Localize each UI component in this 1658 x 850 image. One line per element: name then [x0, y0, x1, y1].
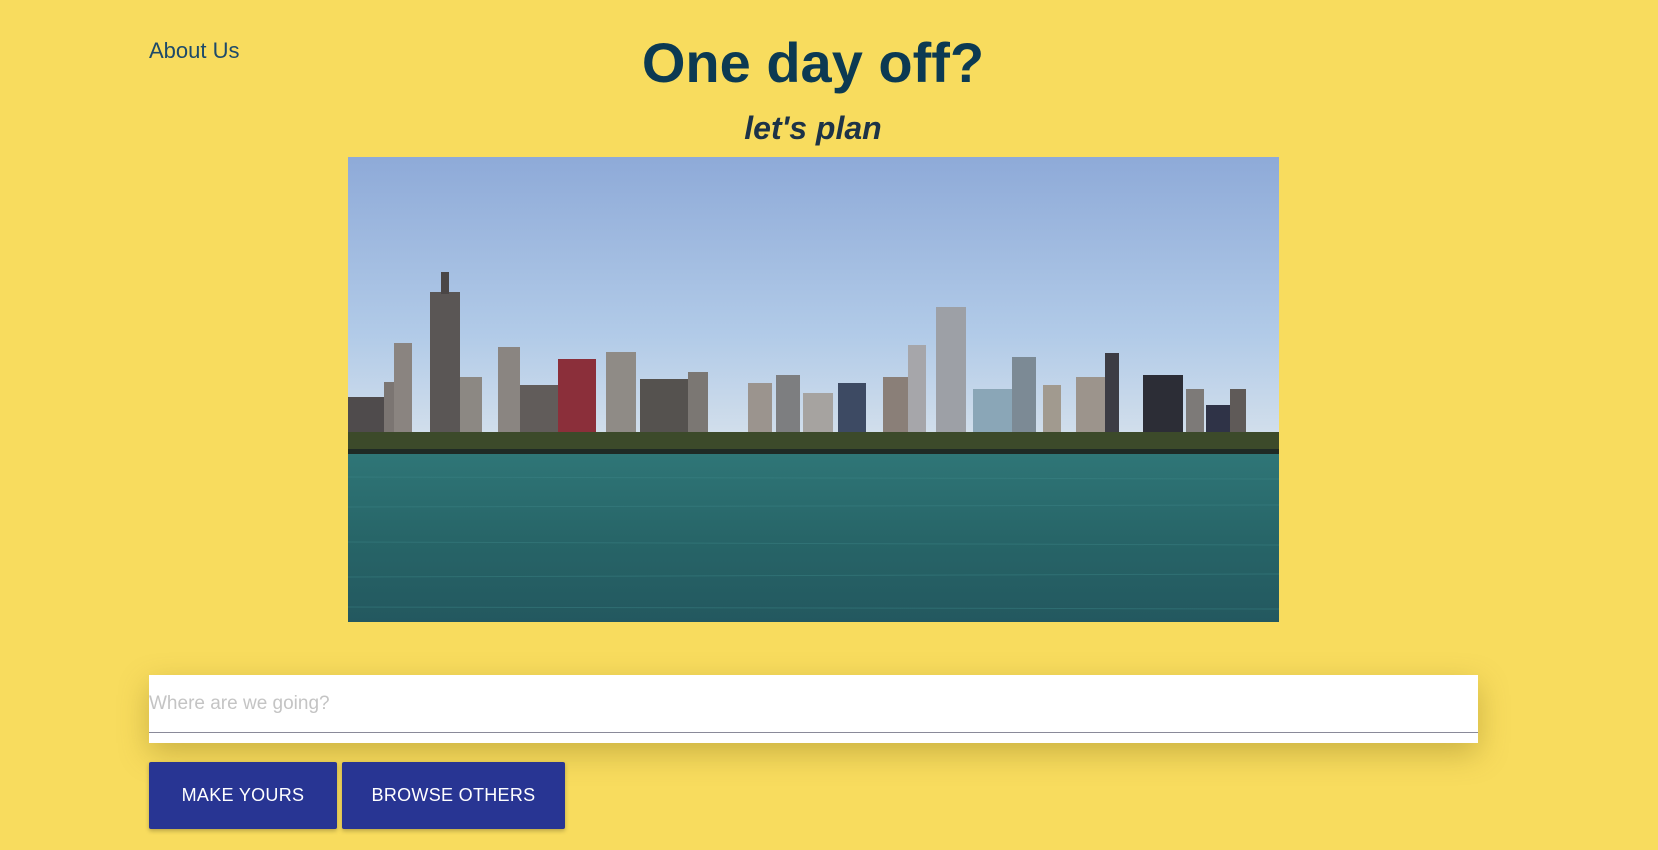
make-yours-button[interactable]: MAKE YOURS: [149, 762, 337, 829]
search-field-container: [149, 675, 1478, 743]
destination-search-input[interactable]: [149, 675, 1478, 733]
page-title: One day off?: [641, 31, 985, 94]
page-subtitle: let's plan: [744, 110, 882, 146]
hero-image: [348, 157, 1279, 622]
browse-others-button[interactable]: BROWSE OTHERS: [342, 762, 565, 829]
